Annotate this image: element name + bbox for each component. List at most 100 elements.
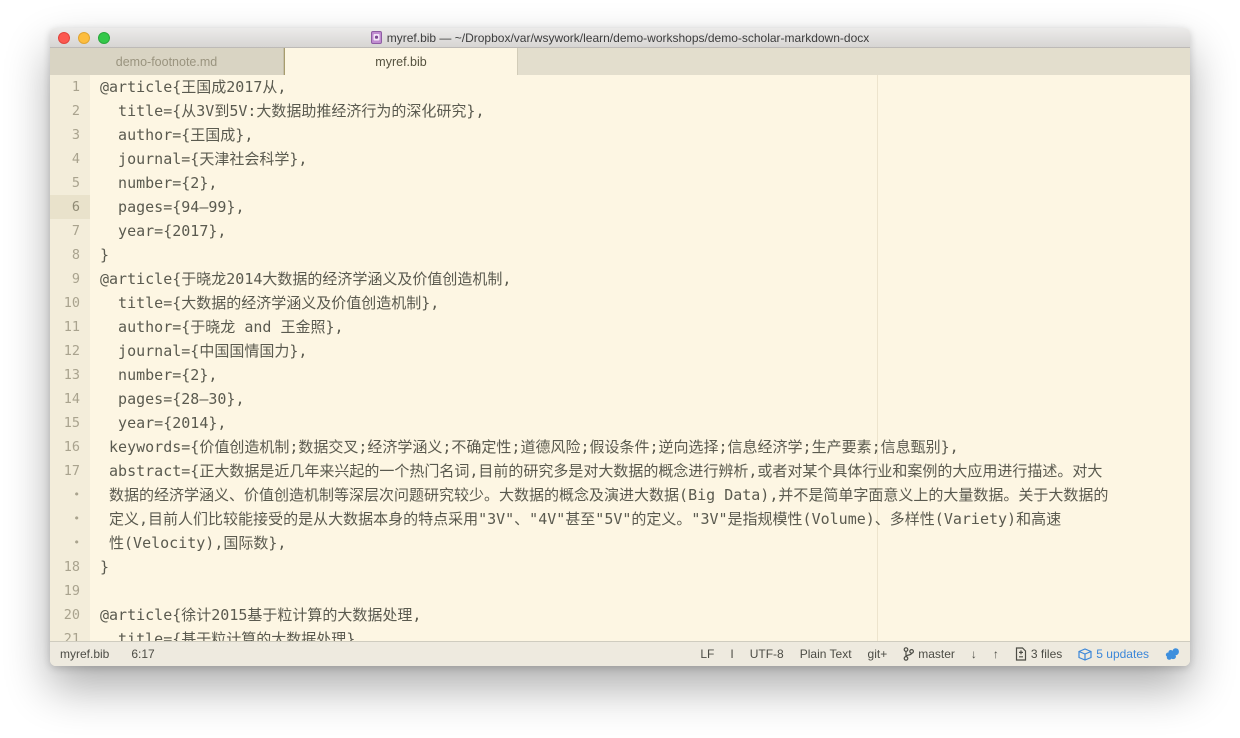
- code-line-text[interactable]: abstract={正大数据是近几年来兴起的一个热门名词,目前的研究多是对大数据…: [90, 459, 1190, 483]
- status-cursor-position[interactable]: 6:17: [131, 647, 154, 661]
- status-updates[interactable]: 5 updates: [1078, 647, 1149, 661]
- wrap-bullet: •: [50, 483, 90, 507]
- git-pull-arrow[interactable]: ↓: [971, 647, 977, 661]
- line-number: 17: [50, 459, 90, 483]
- diff-file-icon: [1015, 647, 1027, 661]
- editor-line[interactable]: 9@article{于晓龙2014大数据的经济学涵义及价值创造机制,: [50, 267, 1190, 291]
- wrap-bullet: •: [50, 531, 90, 555]
- code-line-text[interactable]: keywords={价值创造机制;数据交叉;经济学涵义;不确定性;道德风险;假设…: [90, 435, 1190, 459]
- text-editor[interactable]: 1@article{王国成2017从,2 title={从3V到5V:大数据助推…: [50, 75, 1190, 641]
- editor-line[interactable]: 3 author={王国成},: [50, 123, 1190, 147]
- editor-line[interactable]: 7 year={2017},: [50, 219, 1190, 243]
- line-number: 21: [50, 627, 90, 641]
- editor-line[interactable]: 18}: [50, 555, 1190, 579]
- editor-line[interactable]: 15 year={2014},: [50, 411, 1190, 435]
- code-line-text[interactable]: pages={28–30},: [90, 387, 1190, 411]
- code-line-text[interactable]: 数据的经济学涵义、价值创造机制等深层次问题研究较少。大数据的概念及演进大数据(B…: [90, 483, 1190, 507]
- editor-line[interactable]: 21 title={基于粒计算的大数据处理},: [50, 627, 1190, 641]
- editor-line[interactable]: 20@article{徐计2015基于粒计算的大数据处理,: [50, 603, 1190, 627]
- editor-line[interactable]: • 数据的经济学涵义、价值创造机制等深层次问题研究较少。大数据的概念及演进大数据…: [50, 483, 1190, 507]
- minimize-window-button[interactable]: [78, 32, 90, 44]
- code-line-text[interactable]: title={大数据的经济学涵义及价值创造机制},: [90, 291, 1190, 315]
- code-line-text[interactable]: pages={94–99},: [90, 195, 1190, 219]
- line-number: 5: [50, 171, 90, 195]
- line-number: 19: [50, 579, 90, 603]
- editor-lines: 1@article{王国成2017从,2 title={从3V到5V:大数据助推…: [50, 75, 1190, 641]
- line-number: 7: [50, 219, 90, 243]
- status-grammar[interactable]: Plain Text: [800, 647, 852, 661]
- status-git-branch[interactable]: master: [903, 647, 955, 661]
- updates-label: 5 updates: [1096, 647, 1149, 661]
- code-line-text[interactable]: author={于晓龙 and 王金照},: [90, 315, 1190, 339]
- line-number: 12: [50, 339, 90, 363]
- line-number: 14: [50, 387, 90, 411]
- code-line-text[interactable]: }: [90, 243, 1190, 267]
- file-proxy-icon: [371, 31, 382, 44]
- code-line-text[interactable]: author={王国成},: [90, 123, 1190, 147]
- squirrel-status-icon[interactable]: [1165, 647, 1180, 661]
- line-number: 9: [50, 267, 90, 291]
- git-branch-icon: [903, 647, 914, 661]
- tab-label: myref.bib: [375, 55, 426, 69]
- titlebar[interactable]: myref.bib — ~/Dropbox/var/wsywork/learn/…: [50, 28, 1190, 48]
- traffic-lights: [58, 32, 110, 44]
- editor-line[interactable]: 1@article{王国成2017从,: [50, 75, 1190, 99]
- code-line-text[interactable]: title={从3V到5V:大数据助推经济行为的深化研究},: [90, 99, 1190, 123]
- status-git-plus[interactable]: git+: [868, 647, 888, 661]
- editor-line[interactable]: 12 journal={中国国情国力},: [50, 339, 1190, 363]
- code-line-text[interactable]: 性(Velocity),国际数},: [90, 531, 1190, 555]
- line-number: 13: [50, 363, 90, 387]
- window-title: myref.bib — ~/Dropbox/var/wsywork/learn/…: [371, 31, 870, 45]
- code-line-text[interactable]: number={2},: [90, 171, 1190, 195]
- package-box-icon: [1078, 648, 1092, 661]
- status-bar: myref.bib 6:17 LF I UTF-8 Plain Text git…: [50, 641, 1190, 666]
- code-line-text[interactable]: journal={中国国情国力},: [90, 339, 1190, 363]
- tab-label: demo-footnote.md: [116, 55, 217, 69]
- editor-line[interactable]: 4 journal={天津社会科学},: [50, 147, 1190, 171]
- editor-line[interactable]: 17 abstract={正大数据是近几年来兴起的一个热门名词,目前的研究多是对…: [50, 459, 1190, 483]
- editor-line[interactable]: 6 pages={94–99},: [50, 195, 1190, 219]
- code-line-text[interactable]: year={2014},: [90, 411, 1190, 435]
- line-number: 3: [50, 123, 90, 147]
- editor-line[interactable]: 11 author={于晓龙 and 王金照},: [50, 315, 1190, 339]
- status-changed-files[interactable]: 3 files: [1015, 647, 1062, 661]
- zoom-window-button[interactable]: [98, 32, 110, 44]
- code-line-text[interactable]: @article{于晓龙2014大数据的经济学涵义及价值创造机制,: [90, 267, 1190, 291]
- code-line-text[interactable]: [90, 579, 1190, 603]
- editor-line[interactable]: 10 title={大数据的经济学涵义及价值创造机制},: [50, 291, 1190, 315]
- close-window-button[interactable]: [58, 32, 70, 44]
- editor-window: myref.bib — ~/Dropbox/var/wsywork/learn/…: [50, 28, 1190, 666]
- status-encoding[interactable]: UTF-8: [750, 647, 784, 661]
- editor-line[interactable]: 2 title={从3V到5V:大数据助推经济行为的深化研究},: [50, 99, 1190, 123]
- status-line-ending[interactable]: LF: [700, 647, 714, 661]
- tab-bar: demo-footnote.md myref.bib: [50, 48, 1190, 75]
- line-number: 6: [50, 195, 90, 219]
- code-line-text[interactable]: number={2},: [90, 363, 1190, 387]
- editor-line[interactable]: 5 number={2},: [50, 171, 1190, 195]
- git-push-arrow[interactable]: ↑: [993, 647, 999, 661]
- editor-line[interactable]: 19: [50, 579, 1190, 603]
- editor-line[interactable]: 8}: [50, 243, 1190, 267]
- tab-myref-bib[interactable]: myref.bib: [284, 48, 518, 75]
- editor-line[interactable]: 16 keywords={价值创造机制;数据交叉;经济学涵义;不确定性;道德风险…: [50, 435, 1190, 459]
- code-line-text[interactable]: }: [90, 555, 1190, 579]
- code-line-text[interactable]: @article{王国成2017从,: [90, 75, 1190, 99]
- editor-line[interactable]: 13 number={2},: [50, 363, 1190, 387]
- code-line-text[interactable]: @article{徐计2015基于粒计算的大数据处理,: [90, 603, 1190, 627]
- tab-demo-footnote[interactable]: demo-footnote.md: [50, 48, 284, 75]
- editor-line[interactable]: 14 pages={28–30},: [50, 387, 1190, 411]
- line-number: 4: [50, 147, 90, 171]
- wrap-bullet: •: [50, 507, 90, 531]
- editor-line[interactable]: • 性(Velocity),国际数},: [50, 531, 1190, 555]
- window-title-text: myref.bib — ~/Dropbox/var/wsywork/learn/…: [387, 31, 870, 45]
- status-vim-mode[interactable]: I: [730, 647, 733, 661]
- code-line-text[interactable]: 定义,目前人们比较能接受的是从大数据本身的特点采用"3V"、"4V"甚至"5V"…: [90, 507, 1190, 531]
- status-file-name[interactable]: myref.bib: [60, 647, 109, 661]
- code-line-text[interactable]: year={2017},: [90, 219, 1190, 243]
- code-line-text[interactable]: journal={天津社会科学},: [90, 147, 1190, 171]
- code-line-text[interactable]: title={基于粒计算的大数据处理},: [90, 627, 1190, 641]
- editor-line[interactable]: • 定义,目前人们比较能接受的是从大数据本身的特点采用"3V"、"4V"甚至"5…: [50, 507, 1190, 531]
- line-number: 1: [50, 75, 90, 99]
- line-number: 11: [50, 315, 90, 339]
- changed-files-label: 3 files: [1031, 647, 1062, 661]
